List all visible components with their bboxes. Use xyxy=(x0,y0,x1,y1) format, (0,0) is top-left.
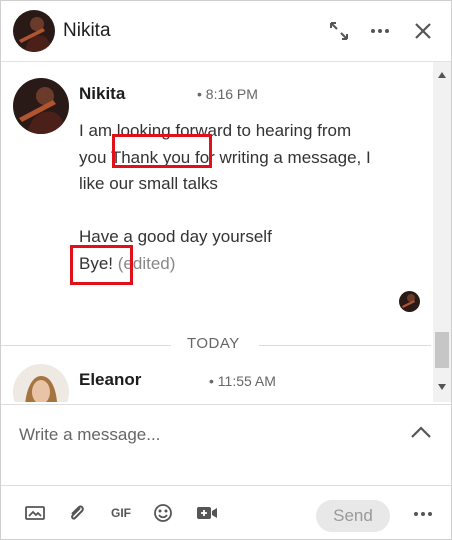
read-receipt-avatar xyxy=(399,291,420,312)
attachment-icon[interactable] xyxy=(65,502,89,524)
video-icon[interactable] xyxy=(195,502,219,524)
scroll-up-icon[interactable] xyxy=(438,72,446,78)
sender-avatar[interactable] xyxy=(13,364,69,402)
message-input[interactable]: Write a message... xyxy=(19,425,160,445)
message-text-line: Have a good day yourself xyxy=(79,227,272,246)
sender-name[interactable]: Nikita xyxy=(79,84,125,104)
contact-name[interactable]: Nikita xyxy=(63,20,111,42)
highlight-box xyxy=(112,134,212,168)
more-icon[interactable] xyxy=(413,504,433,522)
sender-name[interactable]: Eleanor xyxy=(79,370,141,390)
scrollbar[interactable] xyxy=(433,62,451,402)
gif-icon[interactable]: GIF xyxy=(109,502,133,524)
conversation-header[interactable]: Nikita xyxy=(1,1,451,62)
message-time: • 8:16 PM xyxy=(197,86,258,102)
message-text-line: like our small talks xyxy=(79,174,218,193)
message-text-fragment: you xyxy=(79,148,107,167)
highlight-box xyxy=(70,245,133,285)
message-text-fragment: for writing a message, I xyxy=(194,148,371,167)
chevron-up-icon[interactable] xyxy=(409,425,433,445)
more-icon[interactable] xyxy=(366,17,394,45)
message-time: • 11:55 AM xyxy=(209,373,276,389)
scroll-thumb[interactable] xyxy=(435,332,449,368)
messaging-window: Nikita Nikita • 8:16 PM I am looking for… xyxy=(0,0,452,540)
contact-avatar[interactable] xyxy=(13,10,55,52)
sender-avatar[interactable] xyxy=(13,78,69,134)
composer-toolbar: GIF Send xyxy=(1,485,451,539)
emoji-icon[interactable] xyxy=(151,502,175,524)
message-composer[interactable]: Write a message... xyxy=(1,404,451,485)
message-list[interactable]: Nikita • 8:16 PM I am looking forward to… xyxy=(1,62,431,402)
scroll-down-icon[interactable] xyxy=(438,384,446,390)
date-divider-label: TODAY xyxy=(187,335,240,352)
close-icon[interactable] xyxy=(409,17,437,45)
expand-icon[interactable] xyxy=(325,17,353,45)
send-button[interactable]: Send xyxy=(316,500,390,532)
date-divider: TODAY xyxy=(1,335,431,352)
image-icon[interactable] xyxy=(23,502,47,524)
